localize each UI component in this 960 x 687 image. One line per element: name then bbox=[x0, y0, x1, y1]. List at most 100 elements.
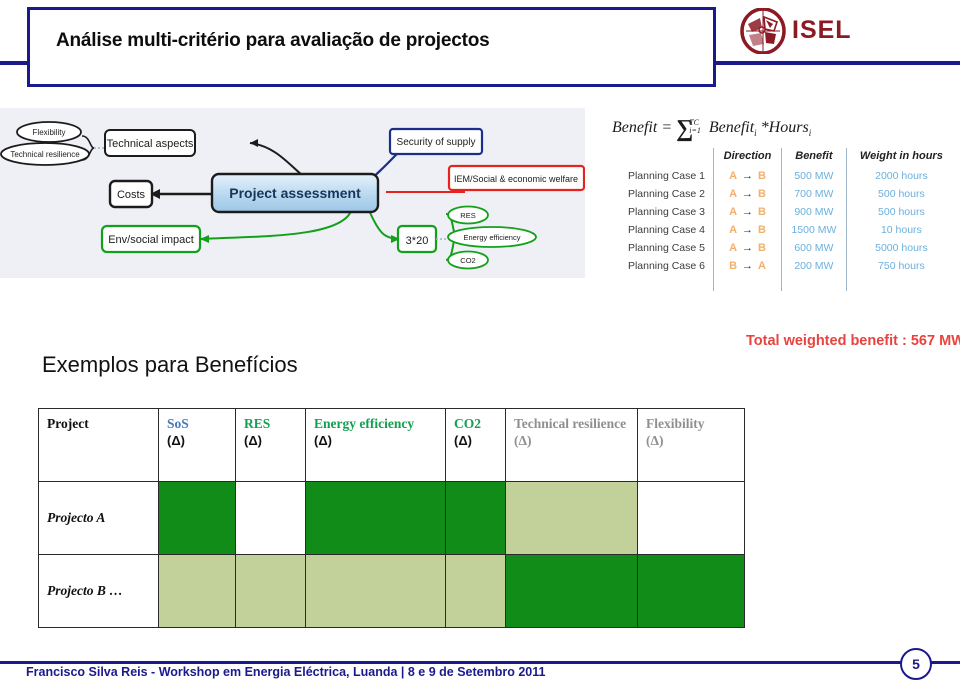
planning-direction: A → B bbox=[712, 239, 782, 257]
score-cell-sos bbox=[158, 481, 236, 555]
header-cell-project: Project bbox=[38, 408, 159, 482]
score-cell-technical-resilience bbox=[505, 554, 638, 628]
slide-title-box: Análise multi-critério para avaliação de… bbox=[27, 7, 716, 87]
benefits-matrix-table: Project SoS (Δ) RES (Δ) Energy efficienc… bbox=[38, 408, 745, 628]
spacer-cell bbox=[606, 275, 714, 291]
planning-weight: 5000 hours bbox=[845, 239, 956, 257]
header-label: Flexibility bbox=[646, 416, 705, 431]
isel-wordmark: ISEL bbox=[792, 16, 852, 44]
planning-direction: A → B bbox=[712, 221, 782, 239]
score-cell-res bbox=[235, 481, 306, 555]
header-cell-sos: SoS (Δ) bbox=[158, 408, 236, 482]
table-row: Projecto B … bbox=[38, 554, 745, 628]
project-name-cell: Projecto A bbox=[38, 481, 159, 555]
arrow-right-icon: → bbox=[742, 170, 754, 182]
table-row: Planning Case 1 A → B 500 MW 2000 hours bbox=[606, 167, 956, 185]
score-cell-energy-efficiency bbox=[305, 554, 446, 628]
planning-weight: 500 hours bbox=[845, 203, 956, 221]
isel-emblem-icon bbox=[740, 8, 786, 54]
header-cell-co2: CO2 (Δ) bbox=[445, 408, 506, 482]
planning-direction: A → B bbox=[712, 203, 782, 221]
diagram-node-env-social-impact-label: Env/social impact bbox=[108, 234, 194, 246]
arrow-right-icon: → bbox=[742, 260, 754, 272]
planning-col-direction: Direction bbox=[712, 148, 782, 167]
formula-benefit-term: Benefit bbox=[708, 119, 755, 136]
planning-cases-table: Direction Benefit Weight in hours Planni… bbox=[606, 148, 956, 308]
diagram-node-energy-efficiency-label: Energy efficiency bbox=[464, 233, 521, 242]
formula-lhs: Benefit = bbox=[612, 119, 673, 136]
isel-logo: ISEL bbox=[740, 8, 855, 56]
planning-benefit: 700 MW bbox=[781, 185, 847, 203]
header-label: RES bbox=[244, 416, 271, 431]
arrow-right-icon: → bbox=[742, 188, 754, 200]
score-cell-co2 bbox=[445, 554, 506, 628]
header-label: CO2 bbox=[454, 416, 481, 431]
header-delta: (Δ) bbox=[646, 432, 664, 448]
diagram-node-res-label: RES bbox=[460, 211, 475, 220]
score-cell-flexibility bbox=[637, 481, 745, 555]
planning-case-name: Planning Case 2 bbox=[627, 188, 705, 200]
planning-direction: A → B bbox=[712, 167, 782, 185]
score-cell-energy-efficiency bbox=[305, 481, 446, 555]
planning-table-header-row: Direction Benefit Weight in hours bbox=[606, 148, 956, 167]
project-name-cell: Projecto B … bbox=[38, 554, 159, 628]
score-cell-sos bbox=[158, 554, 236, 628]
total-weighted-benefit-label: Total weighted benefit : 567 MW bbox=[746, 333, 960, 349]
diagram-node-co2-label: CO2 bbox=[460, 256, 475, 265]
header-delta: (Δ) bbox=[514, 432, 532, 448]
planning-benefit: 200 MW bbox=[781, 257, 847, 275]
header-delta: (Δ) bbox=[454, 432, 473, 448]
page-title: Análise multi-critério para avaliação de… bbox=[56, 30, 490, 51]
planning-case-name: Planning Case 6 bbox=[627, 260, 705, 272]
table-row: Planning Case 4 A → B 1500 MW 10 hours bbox=[606, 221, 956, 239]
diagram-node-technical-aspects-label: Technical aspects bbox=[107, 138, 194, 150]
score-cell-technical-resilience bbox=[505, 481, 638, 555]
table-row: Projecto A bbox=[38, 481, 745, 555]
summation-limits: TC i=1 bbox=[689, 117, 701, 136]
planning-direction: B → A bbox=[712, 257, 782, 275]
diagram-node-project-assessment-label: Project assessment bbox=[229, 185, 361, 201]
diagram-node-security-of-supply-label: Security of supply bbox=[397, 137, 476, 148]
total-weighted-benefit: Total weighted benefit : 567 MW bbox=[700, 333, 960, 355]
formula-sub-i-2: i bbox=[808, 128, 812, 139]
arrow-right-icon: → bbox=[742, 206, 754, 218]
spacer-cell bbox=[781, 275, 847, 291]
planning-weight: 750 hours bbox=[845, 257, 956, 275]
planning-weight: 10 hours bbox=[845, 221, 956, 239]
benefit-formula: Benefit = ∑TC i=1 Benefiti *Hoursi bbox=[612, 112, 952, 142]
formula-sub-i-1: i bbox=[754, 128, 757, 139]
diagram-node-costs-label: Costs bbox=[117, 189, 146, 201]
project-assessment-mindmap: Flexibility Technical resilience Technic… bbox=[0, 108, 585, 278]
planning-benefit: 500 MW bbox=[781, 167, 847, 185]
formula-hours-term: *Hours bbox=[760, 119, 809, 136]
table-header-row: Project SoS (Δ) RES (Δ) Energy efficienc… bbox=[38, 408, 745, 482]
planning-col-weight: Weight in hours bbox=[845, 148, 956, 167]
score-cell-flexibility bbox=[637, 554, 745, 628]
diagram-node-multiplier-label: 3*20 bbox=[406, 235, 429, 247]
arrow-right-icon: → bbox=[742, 224, 754, 236]
header-cell-flexibility: Flexibility (Δ) bbox=[637, 408, 745, 482]
header-label: Project bbox=[47, 416, 89, 431]
planning-case-name: Planning Case 5 bbox=[627, 242, 705, 254]
arrow-right-icon: → bbox=[742, 242, 754, 254]
header-delta: (Δ) bbox=[314, 432, 333, 448]
planning-benefit: 1500 MW bbox=[781, 221, 847, 239]
planning-weight: 500 hours bbox=[845, 185, 956, 203]
table-row: Planning Case 3 A → B 900 MW 500 hours bbox=[606, 203, 956, 221]
header-delta: (Δ) bbox=[167, 432, 186, 448]
planning-weight: 2000 hours bbox=[845, 167, 956, 185]
planning-direction: A → B bbox=[712, 185, 782, 203]
diagram-node-flexibility-label: Flexibility bbox=[33, 128, 66, 137]
header-cell-energy-efficiency: Energy efficiency (Δ) bbox=[305, 408, 446, 482]
table-row: Planning Case 6 B → A 200 MW 750 hours bbox=[606, 257, 956, 275]
header-cell-technical-resilience: Technical resilience (Δ) bbox=[505, 408, 638, 482]
section-heading: Exemplos para Benefícios bbox=[42, 352, 298, 377]
header-cell-res: RES (Δ) bbox=[235, 408, 306, 482]
footer-accent-rule bbox=[0, 661, 960, 664]
table-row: Planning Case 5 A → B 600 MW 5000 hours bbox=[606, 239, 956, 257]
score-cell-co2 bbox=[445, 481, 506, 555]
header-delta: (Δ) bbox=[244, 432, 263, 448]
table-row: Planning Case 2 A → B 700 MW 500 hours bbox=[606, 185, 956, 203]
planning-col-benefit: Benefit bbox=[781, 148, 847, 167]
planning-case-name: Planning Case 3 bbox=[627, 206, 705, 218]
